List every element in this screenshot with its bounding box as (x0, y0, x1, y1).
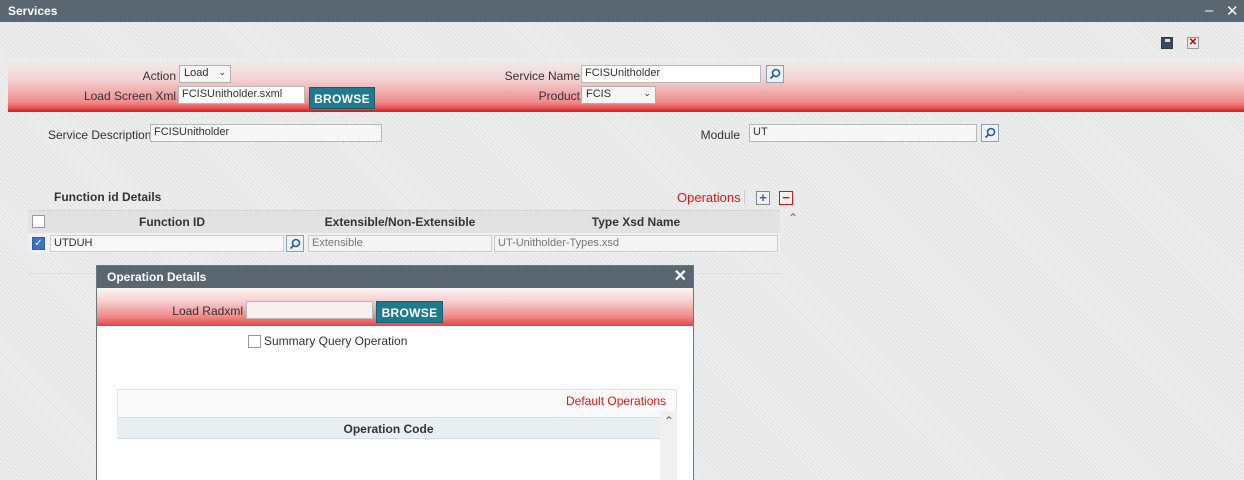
operations-link[interactable]: Operations (677, 190, 741, 205)
extensible-cell: Extensible (308, 235, 492, 252)
add-row-button[interactable]: + (756, 191, 770, 205)
minimize-icon[interactable]: – (1205, 2, 1213, 19)
close-icon[interactable]: ✕ (1226, 2, 1239, 20)
column-header-function-id: Function ID (139, 215, 205, 229)
load-radxml-label: Load Radxml (172, 304, 243, 318)
save-icon[interactable] (1161, 37, 1173, 49)
action-select-value: Load (184, 67, 209, 79)
load-screen-label: Load Screen Xml (83, 89, 176, 103)
select-all-checkbox[interactable] (32, 215, 45, 228)
dialog-title: Operation Details (107, 270, 207, 284)
dialog-browse-button[interactable]: BROWSE (376, 301, 443, 323)
module-label: Module (700, 128, 740, 142)
service-name-label: Service Name (504, 69, 580, 83)
remove-row-button[interactable]: − (779, 191, 793, 205)
summary-query-label: Summary Query Operation (264, 334, 408, 348)
load-screen-input[interactable]: FCISUnitholder.sxml (178, 86, 305, 104)
summary-query-checkbox[interactable] (248, 335, 261, 348)
window-title: Services (8, 4, 58, 18)
operation-details-dialog: Operation Details ✕ Load Radxml BROWSE S… (96, 265, 694, 480)
function-id-lookup-icon[interactable] (286, 235, 304, 252)
operation-scroll-up-icon[interactable]: ⌃ (664, 414, 674, 428)
row-checkbox[interactable]: ✓ (32, 237, 45, 250)
default-operations-link[interactable]: Default Operations (566, 394, 666, 408)
column-header-operation-code: Operation Code (343, 422, 434, 436)
operations-divider (744, 190, 745, 204)
column-header-extensible: Extensible/Non-Extensible (324, 215, 476, 229)
service-name-lookup-icon[interactable] (766, 65, 784, 83)
dialog-title-bar: Operation Details ✕ (97, 266, 693, 288)
module-input[interactable]: UT (749, 124, 977, 142)
window-title-bar: Services – ✕ (0, 0, 1244, 22)
grid-scroll-up-icon[interactable]: ⌃ (788, 211, 798, 225)
product-label: Product (538, 89, 580, 103)
load-radxml-input[interactable] (246, 301, 373, 319)
service-name-input[interactable]: FCISUnitholder (581, 65, 761, 83)
column-header-type-xsd: Type Xsd Name (591, 215, 681, 229)
operation-grid-body (117, 439, 660, 480)
function-id-cell[interactable]: UTDUH (50, 235, 284, 252)
dialog-close-icon[interactable]: ✕ (674, 266, 687, 286)
module-lookup-icon[interactable] (981, 124, 999, 142)
service-description-input[interactable]: FCISUnitholder (150, 124, 382, 142)
chevron-down-icon: ⌄ (643, 88, 651, 98)
service-description-label: Service Description (48, 128, 152, 142)
header-divider (8, 110, 1244, 112)
action-select[interactable]: Load ⌄ (179, 65, 231, 83)
browse-button[interactable]: BROWSE (309, 87, 375, 109)
type-xsd-cell: UT-Unitholder-Types.xsd (494, 235, 778, 252)
chevron-down-icon: ⌄ (218, 67, 226, 77)
product-select-value: FCIS (586, 88, 612, 100)
cancel-icon[interactable]: ✕ (1187, 37, 1199, 49)
product-select[interactable]: FCIS ⌄ (581, 86, 656, 104)
action-label: Action (142, 69, 176, 83)
function-grid-title: Function id Details (54, 190, 162, 204)
